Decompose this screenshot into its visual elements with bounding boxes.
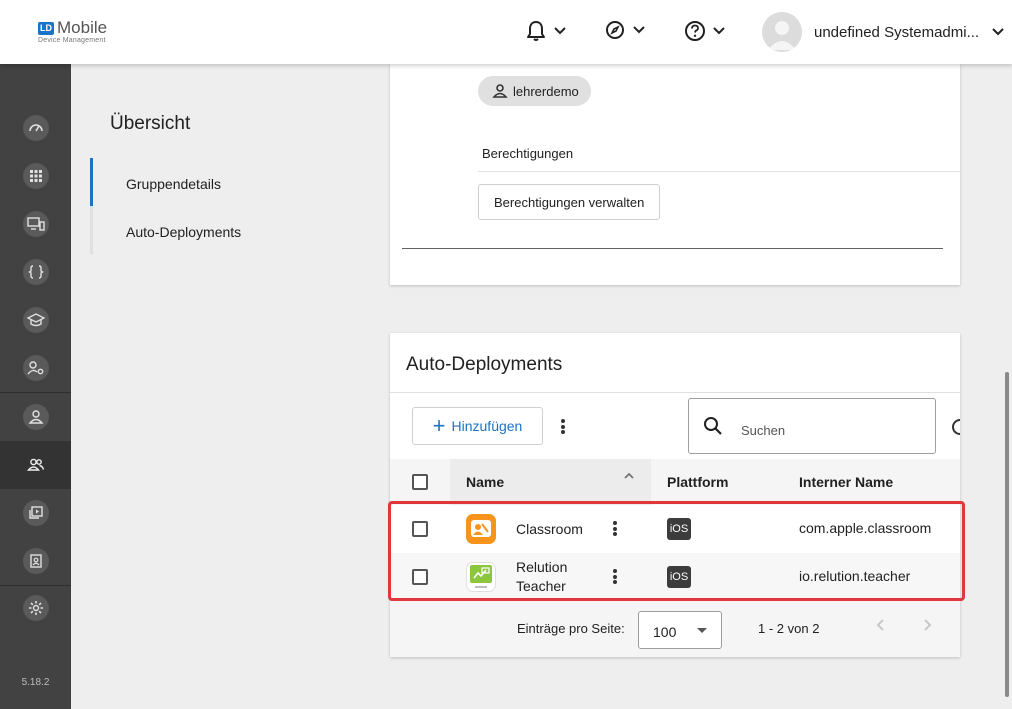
divider (390, 392, 960, 393)
rows-per-page-select[interactable]: 100 (638, 611, 722, 649)
group-icon (26, 458, 44, 471)
app-name: Classroom (516, 521, 583, 537)
sidebar: 5.18.2 (0, 64, 71, 709)
refresh-icon[interactable] (952, 419, 960, 435)
notifications-button[interactable] (526, 20, 567, 42)
user-icon (27, 410, 44, 424)
nav-title: Übersicht (110, 113, 191, 134)
speedometer-icon (28, 124, 43, 132)
search-placeholder: Suchen (741, 423, 786, 438)
sidebar-item-settings[interactable] (0, 584, 71, 632)
sidebar-item-devices[interactable] (0, 200, 71, 248)
table-row[interactable]: Classroom iOS com.apple.classroom (390, 505, 960, 553)
previous-page-icon[interactable] (874, 617, 888, 633)
column-header-platform[interactable]: Plattform (667, 474, 728, 490)
app-name-line-1: Relution (516, 559, 568, 575)
divider (402, 248, 943, 249)
user-chip-label: lehrerdemo (513, 83, 579, 99)
row-menu-icon[interactable] (612, 521, 618, 536)
sort-ascending-icon[interactable] (623, 471, 635, 481)
user-gear-icon (26, 361, 43, 375)
table-row[interactable]: Relution Teacher iOS io.relution.teacher (390, 553, 960, 601)
sidebar-item-apps[interactable] (0, 152, 71, 200)
row-menu-icon[interactable] (612, 569, 618, 584)
bell-icon (527, 21, 545, 41)
dropdown-arrow-icon (697, 628, 707, 633)
sidebar-item-user-settings[interactable] (0, 344, 71, 392)
ios-platform-icon: iOS (667, 566, 691, 588)
sidebar-item-media[interactable] (0, 489, 71, 537)
chevron-down-icon (992, 28, 1004, 36)
row-checkbox[interactable] (412, 521, 428, 537)
rows-per-page-value: 100 (653, 624, 677, 640)
row-checkbox[interactable] (412, 569, 428, 585)
logo-badge: LD (38, 21, 54, 35)
logo-subtitle: Device Management (38, 37, 106, 44)
sidebar-item-groups[interactable] (0, 441, 71, 489)
classroom-app-icon (466, 514, 496, 544)
nav-active-indicator (90, 158, 93, 206)
relution-teacher-app-icon (466, 562, 496, 592)
search-icon (704, 417, 722, 435)
permissions-label: Berechtigungen (482, 146, 574, 161)
sidebar-item-configurations[interactable] (0, 248, 71, 296)
table-footer: Einträge pro Seite: 100 1 - 2 von 2 (390, 601, 960, 657)
nav-item-auto-deployments[interactable]: Auto-Deployments (126, 224, 241, 240)
divider (478, 171, 960, 172)
chevron-down-icon (633, 26, 645, 34)
logo-title: Mobile (57, 18, 108, 37)
pagination-range: 1 - 2 von 2 (758, 621, 820, 636)
sidebar-item-dashboard[interactable] (0, 104, 71, 152)
search-field[interactable]: Suchen (688, 398, 936, 454)
user-icon (492, 84, 508, 98)
gear-icon (28, 601, 43, 615)
app-name-line-2: Teacher (516, 578, 566, 594)
braces-icon (27, 265, 44, 279)
manage-permissions-button[interactable]: Berechtigungen verwalten (478, 184, 661, 220)
select-all-checkbox[interactable] (412, 474, 428, 490)
column-header-name[interactable]: Name (466, 474, 504, 490)
user-menu[interactable]: undefined Systemadmi... (762, 12, 1005, 52)
column-header-internal-name[interactable]: Interner Name (799, 474, 893, 490)
user-name: undefined Systemadmi... (814, 23, 980, 41)
app-version: 5.18.2 (21, 677, 50, 688)
nav-item-group-details[interactable]: Gruppendetails (126, 176, 221, 192)
top-bar: LD Mobile Device Management undefined Sy… (0, 0, 1012, 64)
graduation-cap-icon (26, 313, 45, 327)
chevron-down-icon (554, 27, 566, 35)
group-details-card: lehrerdemo Berechtigungen Berechtigungen… (390, 64, 960, 285)
section-title: Auto-Deployments (406, 354, 563, 375)
add-button[interactable]: + Hinzufügen (412, 407, 543, 445)
help-icon (685, 21, 705, 41)
plus-icon: + (432, 413, 446, 438)
user-chip[interactable]: lehrerdemo (478, 76, 591, 106)
add-button-label: Hinzufügen (451, 418, 523, 434)
apps-grid-icon (29, 170, 42, 182)
sidebar-item-users[interactable] (0, 393, 71, 441)
internal-name: com.apple.classroom (799, 520, 932, 536)
auto-deployments-card: Auto-Deployments + Hinzufügen Suchen Nam… (390, 333, 960, 657)
devices-icon (26, 217, 45, 231)
help-button[interactable] (684, 20, 726, 42)
logo[interactable]: LD Mobile Device Management (38, 18, 108, 44)
avatar (762, 12, 802, 52)
next-page-icon[interactable] (920, 617, 934, 633)
chevron-down-icon (713, 27, 725, 35)
more-options-icon[interactable] (560, 419, 566, 434)
sidebar-item-badge[interactable] (0, 537, 71, 585)
media-library-icon (28, 506, 43, 519)
rows-per-page-label: Einträge pro Seite: (517, 621, 625, 636)
sidebar-item-education[interactable] (0, 296, 71, 344)
explore-button[interactable] (605, 20, 646, 40)
compass-icon (606, 21, 624, 39)
page-scrollbar[interactable] (1005, 372, 1009, 697)
ios-platform-icon: iOS (667, 518, 691, 540)
id-badge-icon (29, 554, 42, 568)
table-header: Name Plattform Interner Name (390, 459, 960, 505)
internal-name: io.relution.teacher (799, 568, 911, 584)
